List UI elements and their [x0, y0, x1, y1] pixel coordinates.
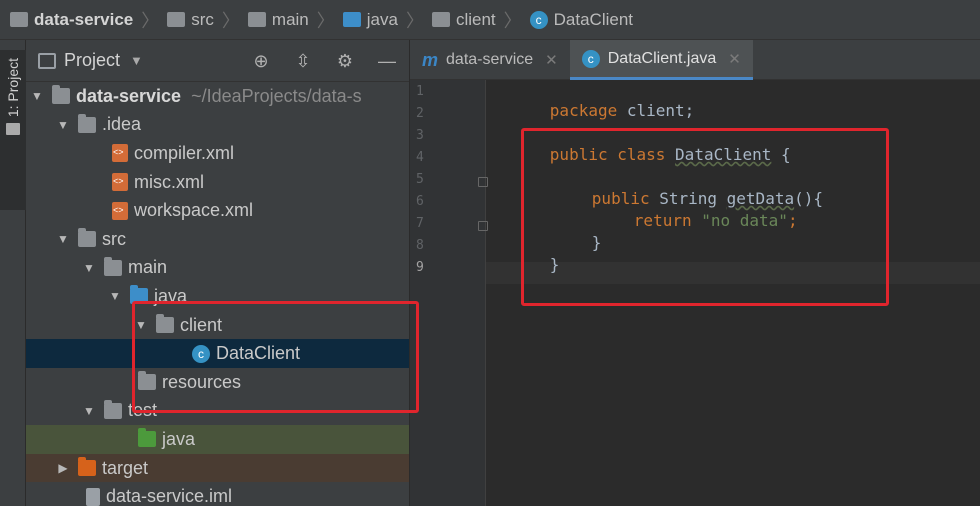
tree-item-label: src	[102, 228, 126, 249]
tree-item-label: compiler.xml	[134, 142, 235, 163]
breadcrumb-item-main[interactable]: main	[247, 10, 309, 30]
breadcrumb: data-service 〉 src 〉 main 〉 java 〉 clien…	[0, 0, 980, 40]
tree-item-label: misc.xml	[134, 171, 204, 192]
tree-item-misc-xml[interactable]: misc.xml	[26, 168, 409, 197]
folder-icon	[104, 256, 122, 276]
folder-icon	[167, 12, 186, 27]
line-number: 3	[416, 128, 424, 143]
xml-file-icon	[112, 144, 128, 163]
tree-item-test-java[interactable]: java	[26, 425, 409, 454]
breadcrumb-separator: 〉	[405, 10, 424, 31]
line-number: 6	[416, 194, 424, 209]
tab-dataclient-java[interactable]: c DataClient.java ✕	[569, 40, 753, 80]
line-number: 9	[416, 260, 424, 275]
tree-item-compiler-xml[interactable]: compiler.xml	[26, 139, 409, 168]
tree-item-label: workspace.xml	[134, 200, 254, 221]
module-file-icon	[86, 487, 100, 506]
fold-marker-icon[interactable]	[478, 221, 488, 231]
breadcrumb-separator: 〉	[221, 10, 240, 31]
maven-icon: m	[422, 49, 439, 70]
breadcrumb-item-dataclient[interactable]: c DataClient	[529, 10, 633, 30]
expand-arrow-icon[interactable]: ▼	[30, 89, 44, 103]
left-tool-strip: 1: Project	[0, 40, 26, 506]
line-number: 1	[416, 84, 424, 99]
line-number: 7	[416, 216, 424, 231]
test-source-folder-icon	[138, 428, 156, 448]
excluded-folder-icon	[78, 457, 96, 477]
expand-arrow-icon[interactable]: ▼	[56, 118, 70, 132]
folder-icon	[104, 399, 122, 419]
tab-label: data-service	[446, 51, 534, 68]
line-number: 8	[416, 238, 424, 253]
expand-arrow-icon[interactable]: ▼	[108, 289, 122, 303]
project-tree: ▼ data-service ~/IdeaProjects/data-s ▼ .…	[26, 82, 409, 506]
tree-item-src[interactable]: ▼ src	[26, 225, 409, 254]
tree-item-main[interactable]: ▼ main	[26, 254, 409, 283]
breadcrumb-separator: 〉	[503, 10, 522, 31]
breadcrumb-separator: 〉	[141, 10, 160, 31]
breadcrumb-item-java[interactable]: java	[342, 10, 398, 30]
annotation-box-tree	[132, 301, 419, 413]
gear-icon[interactable]: ⚙	[335, 51, 355, 71]
expand-arrow-icon[interactable]: ▼	[82, 261, 96, 275]
collapse-all-icon[interactable]: ⇳	[293, 51, 313, 71]
breadcrumb-item-client[interactable]: client	[431, 10, 496, 30]
tree-item-label: .idea	[102, 114, 142, 135]
tab-data-service[interactable]: m data-service ✕	[410, 40, 570, 80]
class-icon: c	[529, 10, 548, 29]
project-panel-header: Project ▼ ⊕ ⇳ ⚙ —	[26, 40, 409, 82]
line-number-gutter: 1 2 3 4 5 6 7 8 9	[410, 80, 488, 506]
tab-label: DataClient.java	[607, 49, 717, 67]
editor-tabs: m data-service ✕ c DataClient.java ✕	[410, 40, 980, 80]
project-view-title[interactable]: Project	[64, 50, 120, 71]
line-number: 5	[416, 172, 424, 187]
tree-item-label: target	[102, 457, 149, 478]
module-folder-icon	[52, 85, 70, 105]
project-tool-tab-label: 1: Project	[5, 58, 21, 118]
hide-icon[interactable]: —	[377, 51, 397, 71]
collapse-arrow-icon[interactable]: ▶	[56, 461, 70, 475]
tree-item-iml[interactable]: data-service.iml	[26, 482, 409, 506]
expand-arrow-icon[interactable]: ▼	[56, 232, 70, 246]
tree-item-workspace-xml[interactable]: workspace.xml	[26, 196, 409, 225]
panel-toolbar: ⊕ ⇳ ⚙ —	[251, 40, 409, 82]
project-view-icon	[38, 52, 56, 69]
xml-file-icon	[112, 201, 128, 220]
tree-item-target[interactable]: ▶ target	[26, 453, 409, 483]
xml-file-icon	[112, 173, 128, 192]
close-icon[interactable]: ✕	[728, 50, 741, 68]
project-tool-window-tab[interactable]: 1: Project	[0, 50, 26, 210]
tree-item-label: main	[128, 257, 168, 278]
expand-arrow-icon[interactable]: ▼	[82, 404, 96, 418]
line-number: 2	[416, 106, 424, 121]
close-icon[interactable]: ✕	[545, 51, 558, 69]
folder-icon	[78, 228, 96, 248]
tree-item-path: ~/IdeaProjects/data-s	[191, 85, 362, 106]
source-folder-icon	[342, 12, 361, 27]
tree-item-root[interactable]: ▼ data-service ~/IdeaProjects/data-s	[26, 82, 409, 111]
breadcrumb-item-src[interactable]: src	[167, 10, 214, 30]
tree-item-idea[interactable]: ▼ .idea	[26, 111, 409, 140]
folder-icon	[6, 123, 20, 136]
folder-icon	[247, 12, 266, 27]
project-folder-icon	[10, 12, 28, 27]
fold-marker-icon[interactable]	[478, 177, 488, 187]
folder-icon	[78, 113, 96, 133]
class-icon: c	[581, 49, 600, 68]
chevron-down-icon[interactable]: ▼	[130, 53, 143, 68]
breadcrumb-item-project[interactable]: data-service	[10, 10, 133, 30]
tree-item-label: data-service	[76, 85, 182, 106]
breadcrumb-separator: 〉	[316, 10, 335, 31]
annotation-box-code	[521, 128, 889, 306]
package-icon	[431, 12, 450, 27]
project-panel: Project ▼ ⊕ ⇳ ⚙ — ▼ data-service ~/IdeaP…	[26, 40, 410, 506]
line-number: 4	[416, 150, 424, 165]
tree-item-label: java	[162, 428, 196, 449]
tree-item-label: data-service.iml	[106, 486, 233, 506]
locate-icon[interactable]: ⊕	[251, 51, 271, 71]
